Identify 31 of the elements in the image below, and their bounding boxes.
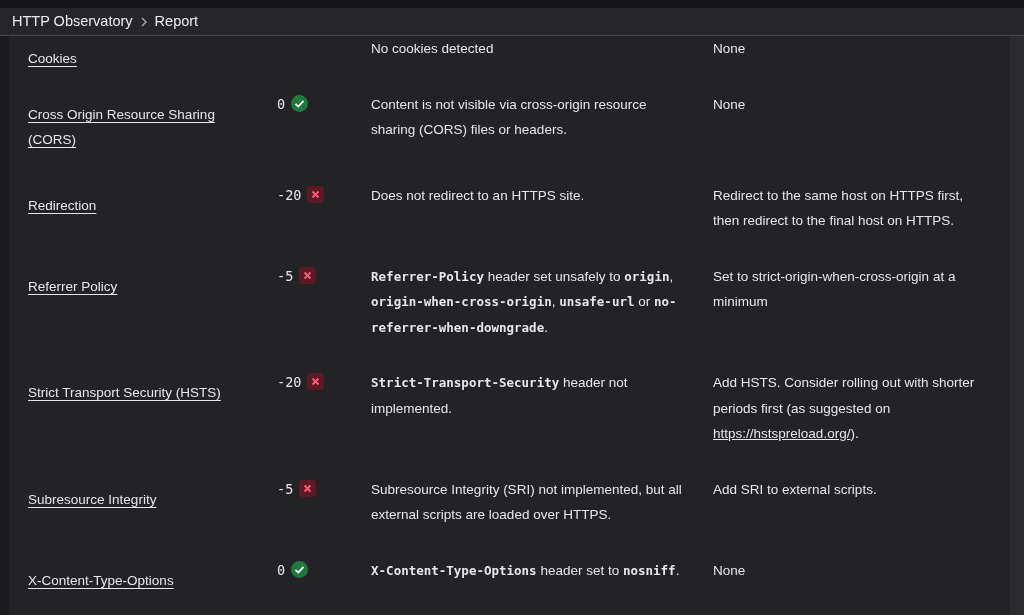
description-text: X-Content-Type-Options header set to nosniff. xyxy=(371,562,680,578)
description-text: Referrer-Policy header set unsafely to origin, origin-when-cross-origin, unsafe-url or no-referrer-when-downgrade. xyxy=(371,268,677,335)
test-link[interactable]: X-Content-Type-Options xyxy=(28,567,174,593)
advice-link[interactable]: https://hstspreload.org/ xyxy=(713,426,851,441)
test-link[interactable]: Subresource Integrity xyxy=(28,486,157,512)
test-link[interactable]: Cookies xyxy=(28,46,77,72)
advice-text: Add HSTS. Consider rolling out with shorter periods first (as suggested on https://hstspreload.org/). xyxy=(713,375,975,441)
breadcrumb-link[interactable]: HTTP Observatory xyxy=(12,10,133,33)
test-link[interactable]: Strict Transport Security (HSTS) xyxy=(28,380,221,406)
advice-text: Set to strict-origin-when-cross-origin at a minimum xyxy=(713,268,956,309)
advice-text: None xyxy=(713,41,746,56)
score-text: -5 xyxy=(277,480,294,497)
advice-text: Redirect to the same host on HTTPS first, then redirect to the final host on HTTPS. xyxy=(713,187,963,228)
description-text: No cookies detected xyxy=(371,41,494,56)
score-text: -5 xyxy=(277,267,294,284)
advice-text: None xyxy=(713,96,746,112)
score-text: 0 xyxy=(277,561,286,578)
score-text: -20 xyxy=(277,374,302,390)
test-link[interactable]: Redirection xyxy=(28,192,97,218)
score-text: -20 xyxy=(277,186,302,203)
test-link[interactable]: Referrer Policy xyxy=(28,273,118,299)
description-text: Content is not visible via cross-origin resource sharing (CORS) files or headers. xyxy=(371,96,647,137)
test-link[interactable]: Cross Origin Resource Sharing (CORS) xyxy=(28,101,258,153)
chevron-icon xyxy=(139,15,148,28)
description-text: Does not redirect to an HTTPS site. xyxy=(371,187,585,203)
description-text: Strict-Transport-Security header not implemented. xyxy=(371,375,628,416)
advice-text: None xyxy=(713,562,746,578)
score-text: 0 xyxy=(277,95,286,112)
advice-text: Add SRI to external scripts. xyxy=(713,481,877,497)
description-text: Subresource Integrity (SRI) not implemented, but all external scripts are loaded over HTTPS. xyxy=(371,481,682,522)
breadcrumb-current: Report xyxy=(154,11,199,31)
